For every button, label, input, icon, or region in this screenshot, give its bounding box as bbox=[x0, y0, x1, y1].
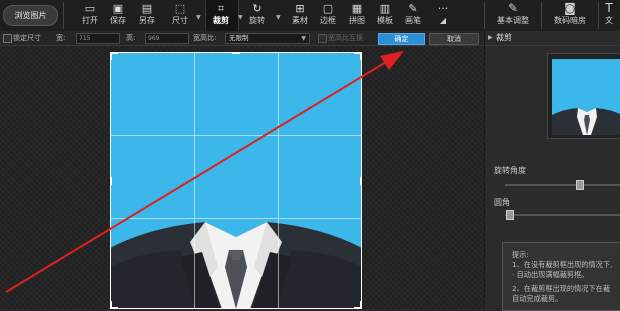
size-button[interactable]: ⬚ 尺寸 bbox=[169, 3, 191, 26]
camera-icon: ◙ bbox=[564, 1, 576, 15]
crop-preview-image bbox=[552, 59, 620, 135]
crop-panel-title: 裁剪 bbox=[496, 33, 512, 42]
rotate-icon: ↻ bbox=[252, 2, 262, 15]
crop-gridline bbox=[194, 52, 195, 309]
swap-ratio-checkbox[interactable] bbox=[318, 34, 327, 43]
digital-darkroom-button[interactable]: ◙ 数码暗房 bbox=[543, 2, 597, 27]
crop-gridline bbox=[110, 135, 362, 136]
crop-dropdown-caret[interactable]: ▼ bbox=[238, 14, 243, 21]
folder-open-icon: ▭ bbox=[84, 2, 96, 15]
tips-box: 提示: 1、在没有裁剪框出现的情况下, · 自动出现满幅裁剪框。 2、在裁剪框出… bbox=[502, 242, 620, 311]
width-input[interactable]: 715 bbox=[76, 33, 120, 44]
more-icon: ··· bbox=[437, 2, 449, 15]
crop-icon: ⌗ bbox=[217, 2, 225, 15]
save-as-button[interactable]: ▤ 另存 bbox=[136, 3, 158, 26]
more-button[interactable]: ··· ◢ bbox=[432, 3, 454, 26]
crop-edge-handle[interactable] bbox=[232, 52, 240, 54]
toolbar-divider bbox=[541, 2, 542, 29]
basic-adjust-button[interactable]: ✎ 基本调整 bbox=[486, 2, 540, 27]
open-button[interactable]: ▭ 打开 bbox=[79, 3, 101, 26]
ratio-select[interactable]: 无限制 ▼ bbox=[225, 33, 310, 44]
corner-radius-label: 圆角 bbox=[494, 198, 510, 207]
rotate-dropdown-caret[interactable]: ▼ bbox=[276, 14, 281, 21]
rotate-button[interactable]: ↻ 旋转 bbox=[246, 3, 268, 26]
brush-icon: ✎ bbox=[408, 2, 418, 15]
material-icon: ⊞ bbox=[295, 2, 305, 15]
confirm-button[interactable]: 确定 bbox=[378, 33, 425, 45]
crop-gridline bbox=[110, 218, 362, 219]
browse-images-button[interactable]: 浏览图片 bbox=[3, 5, 58, 26]
crop-options-bar: 锁定尺寸 宽: 715 高: 969 宽高比: 无限制 ▼ 宽高比互换 确定 取… bbox=[0, 31, 484, 46]
corner-radius-slider[interactable] bbox=[505, 214, 620, 216]
cancel-button[interactable]: 取消 bbox=[429, 33, 479, 45]
size-dropdown-caret[interactable]: ▼ bbox=[196, 14, 201, 21]
rotate-angle-slider[interactable] bbox=[505, 184, 620, 186]
collapse-icon: ▶ bbox=[488, 34, 493, 41]
tips-text: 提示: 1、在没有裁剪框出现的情况下, · 自动出现满幅裁剪框。 2、在裁剪框出… bbox=[512, 250, 613, 303]
crop-panel-header[interactable]: ▶ 裁剪 bbox=[485, 31, 620, 46]
toolbar-divider bbox=[484, 2, 485, 29]
brush-button[interactable]: ✎ 画笔 bbox=[402, 3, 424, 26]
text-icon: T bbox=[605, 1, 613, 15]
chevron-down-icon: ▼ bbox=[301, 35, 306, 42]
border-button[interactable]: ▢ 边框 bbox=[317, 3, 339, 26]
template-button[interactable]: ▥ 模板 bbox=[374, 3, 396, 26]
crop-button[interactable]: ⌗ 裁剪 bbox=[210, 3, 232, 26]
crop-frame[interactable] bbox=[110, 52, 362, 309]
template-icon: ▥ bbox=[379, 2, 391, 15]
height-label: 高: bbox=[126, 34, 136, 42]
swap-ratio-label: 宽高比互换 bbox=[328, 34, 363, 42]
collage-icon: ▦ bbox=[351, 2, 363, 15]
width-label: 宽: bbox=[56, 34, 66, 42]
lock-size-checkbox[interactable] bbox=[3, 34, 12, 43]
resize-icon: ⬚ bbox=[174, 2, 186, 15]
crop-corner-handle[interactable] bbox=[110, 52, 112, 60]
basic-adjust-icon: ✎ bbox=[507, 1, 519, 15]
main-toolbar: 浏览图片 ▭ 打开 ▣ 保存 ▤ 另存 ⬚ 尺寸 ▼ ⌗ 裁剪 ▼ ↻ 旋转 ▼… bbox=[0, 0, 620, 32]
rotate-angle-label: 旋转角度 bbox=[494, 166, 526, 175]
lock-size-label: 锁定尺寸 bbox=[13, 34, 41, 42]
crop-corner-handle[interactable] bbox=[360, 52, 362, 60]
crop-edge-handle[interactable] bbox=[110, 177, 112, 185]
text-button[interactable]: T 文 bbox=[598, 2, 620, 27]
suit-thumbnail bbox=[552, 108, 620, 135]
rotate-angle-slider-thumb[interactable] bbox=[576, 180, 584, 190]
crop-gridline bbox=[278, 52, 279, 309]
save-as-icon: ▤ bbox=[141, 2, 153, 15]
crop-edge-handle[interactable] bbox=[360, 177, 362, 185]
material-button[interactable]: ⊞ 素材 bbox=[289, 3, 311, 26]
toolbar-divider bbox=[63, 2, 64, 29]
corner-radius-slider-thumb[interactable] bbox=[506, 210, 514, 220]
save-icon: ▣ bbox=[112, 2, 124, 15]
collage-button[interactable]: ▦ 拼图 bbox=[346, 3, 368, 26]
border-icon: ▢ bbox=[322, 2, 334, 15]
crop-side-panel: ▶ 裁剪 旋转角度 圆角 提示: 1、在没有裁剪框出现的情况下, · 自动出现满… bbox=[484, 31, 620, 311]
save-button[interactable]: ▣ 保存 bbox=[107, 3, 129, 26]
height-input[interactable]: 969 bbox=[145, 33, 189, 44]
ratio-label: 宽高比: bbox=[193, 34, 217, 42]
crop-preview bbox=[547, 53, 620, 139]
